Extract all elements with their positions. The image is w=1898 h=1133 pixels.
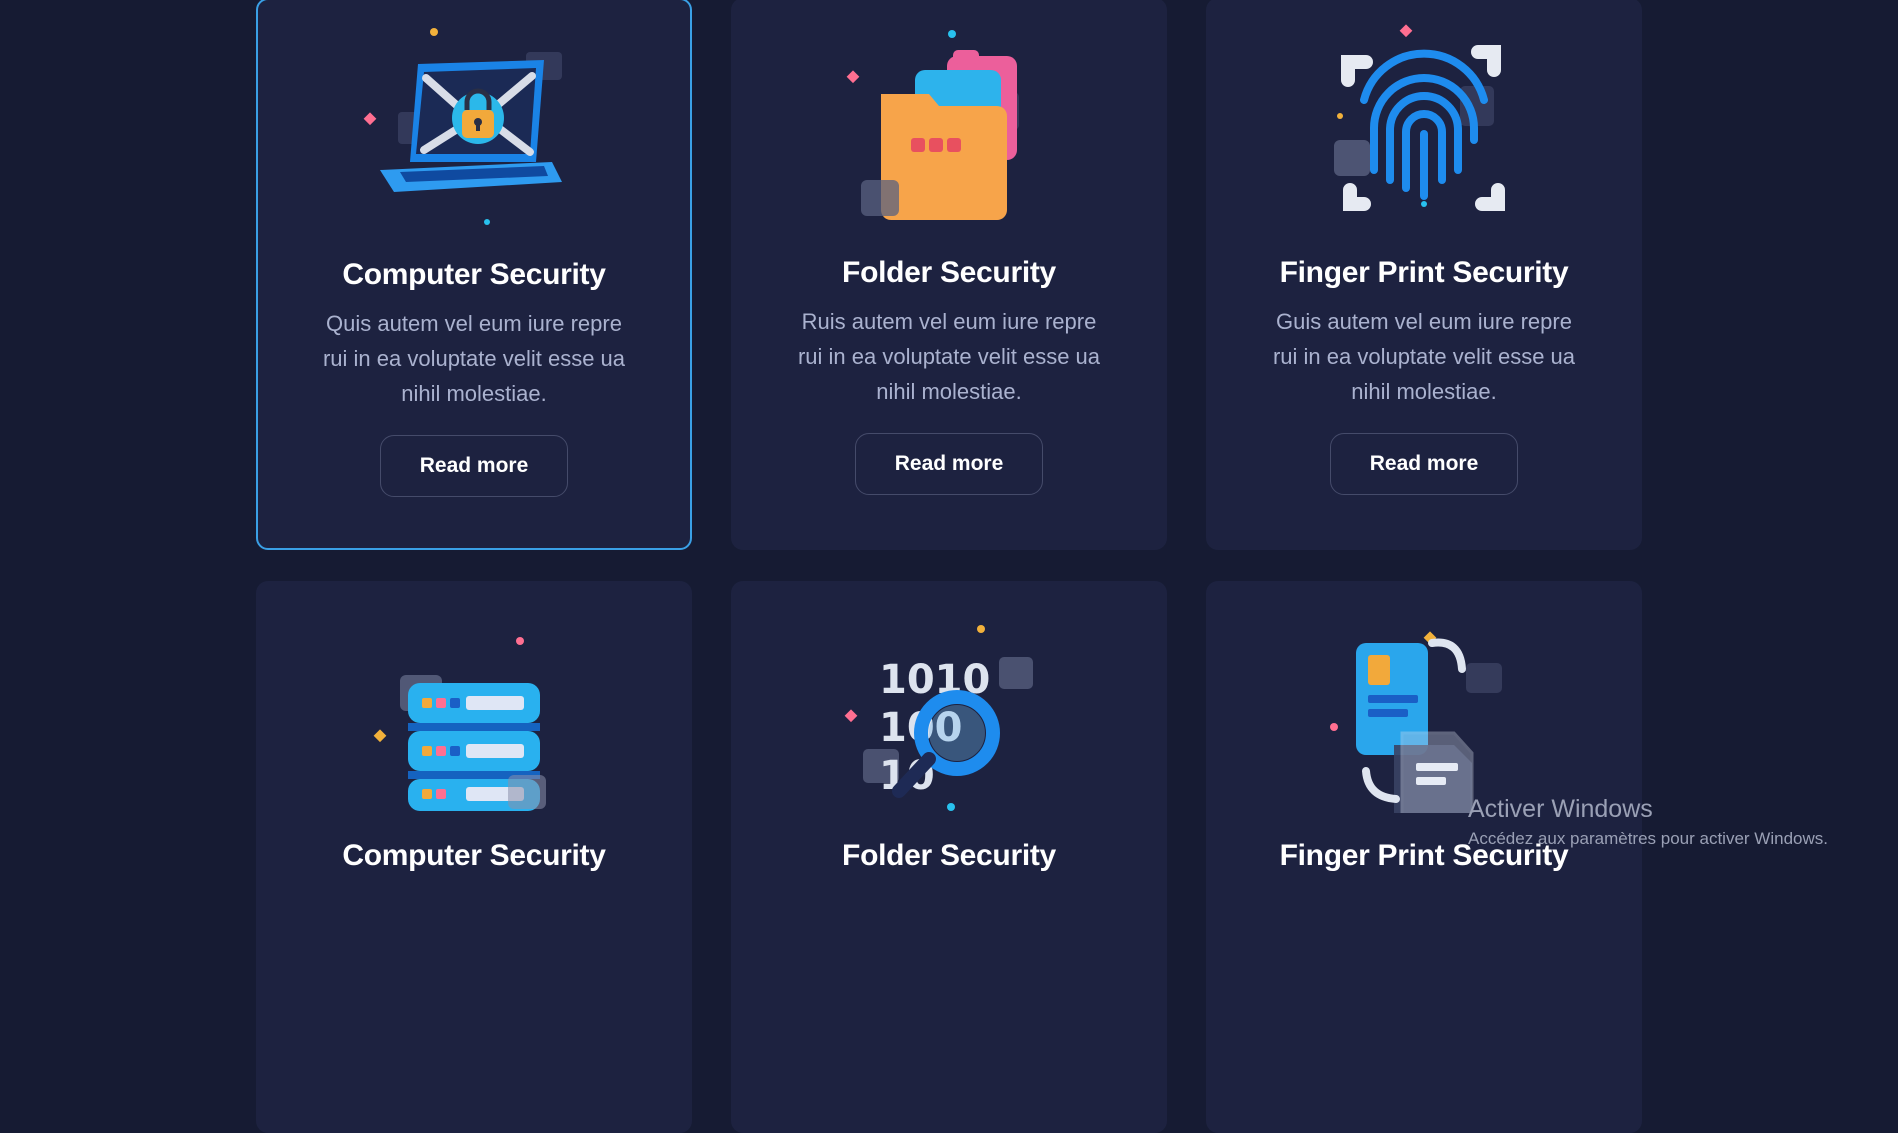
card-title: Folder Security <box>842 839 1056 872</box>
read-more-button[interactable]: Read more <box>380 435 568 497</box>
card-title: Folder Security <box>842 256 1056 289</box>
read-more-button[interactable]: Read more <box>1330 433 1518 495</box>
card-description: Ruis autem vel eum iure repre rui in ea … <box>797 309 1101 404</box>
service-card-computer-security[interactable]: Computer Security Quis autem vel eum iur… <box>256 0 692 550</box>
service-card-folder-security-2[interactable]: 1010 100 10 Folder Security <box>731 581 1167 1133</box>
card-description: Quis autem vel eum iure repre rui in ea … <box>322 311 626 406</box>
service-card-fingerprint-security[interactable]: Finger Print Security Guis autem vel eum… <box>1206 0 1642 550</box>
binary-search-icon: 1010 100 10 <box>731 603 1167 813</box>
service-card-computer-security-2[interactable]: Computer Security <box>256 581 692 1133</box>
document-sync-icon <box>1206 603 1642 813</box>
watermark-title: Activer Windows <box>1468 795 1653 823</box>
read-more-button[interactable]: Read more <box>855 433 1043 495</box>
card-title: Computer Security <box>342 839 606 872</box>
card-description: Guis autem vel eum iure repre rui in ea … <box>1272 309 1576 404</box>
folder-icon <box>731 20 1167 230</box>
service-card-folder-security[interactable]: Folder Security Ruis autem vel eum iure … <box>731 0 1167 550</box>
laptop-lock-icon <box>258 22 690 232</box>
windows-activation-watermark: Activer Windows Accédez aux paramètres p… <box>1468 793 1828 851</box>
watermark-subtitle: Accédez aux paramètres pour activer Wind… <box>1468 829 1828 848</box>
card-title: Computer Security <box>342 258 606 291</box>
server-icon <box>256 603 692 813</box>
card-title: Finger Print Security <box>1279 256 1569 289</box>
service-card-fingerprint-security-2[interactable]: Finger Print Security <box>1206 581 1642 1133</box>
fingerprint-icon <box>1206 20 1642 230</box>
